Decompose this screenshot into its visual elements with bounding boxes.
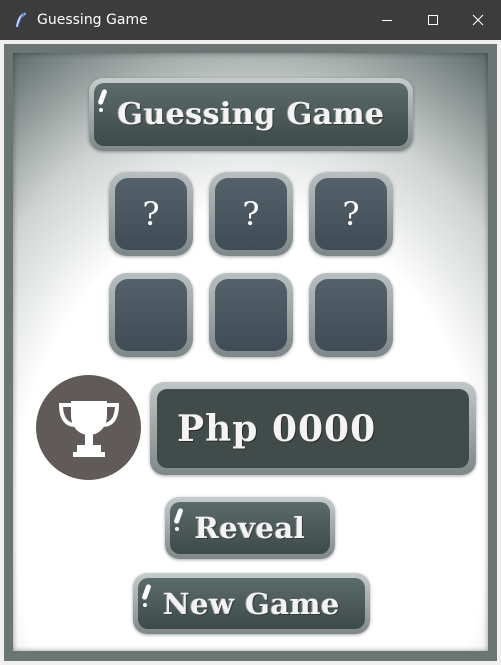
shine-dot — [143, 603, 147, 607]
guess-value-1 — [115, 279, 187, 351]
reveal-button[interactable]: Reveal — [165, 497, 335, 559]
trophy-badge — [36, 375, 141, 480]
minimize-icon — [382, 20, 392, 21]
feather-icon — [13, 11, 29, 29]
reveal-label: Reveal — [194, 511, 306, 545]
minimize-button[interactable] — [364, 0, 410, 40]
window-titlebar: Guessing Game — [0, 0, 501, 40]
hidden-number-tile-3: ? — [309, 172, 393, 256]
window-title: Guessing Game — [37, 12, 148, 28]
maximize-button[interactable] — [410, 0, 456, 40]
guess-slot-3[interactable] — [309, 273, 393, 357]
guess-value-2 — [215, 279, 287, 351]
shine-highlight — [97, 88, 108, 106]
guess-value-3 — [315, 279, 387, 351]
close-button[interactable] — [455, 0, 501, 40]
hidden-number-2: ? — [215, 178, 287, 250]
hidden-number-3: ? — [315, 178, 387, 250]
shine-dot — [99, 108, 103, 112]
prize-display: Php 0000 — [150, 382, 476, 475]
prize-amount: Php 0000 — [157, 389, 469, 468]
maximize-icon — [428, 15, 438, 25]
new-game-button[interactable]: New Game — [133, 573, 370, 634]
hidden-number-tile-2: ? — [209, 172, 293, 256]
new-game-label: New Game — [163, 586, 340, 621]
shine-highlight — [141, 583, 152, 601]
shine-highlight — [173, 507, 184, 525]
trophy-icon — [58, 400, 119, 457]
game-title-banner: Guessing Game — [89, 78, 413, 151]
hidden-number-tile-1: ? — [109, 172, 193, 256]
shine-dot — [175, 527, 179, 531]
close-icon — [472, 14, 484, 26]
hidden-number-1: ? — [115, 178, 187, 250]
guess-slot-2[interactable] — [209, 273, 293, 357]
game-title: Guessing Game — [117, 97, 385, 132]
guess-slot-1[interactable] — [109, 273, 193, 357]
